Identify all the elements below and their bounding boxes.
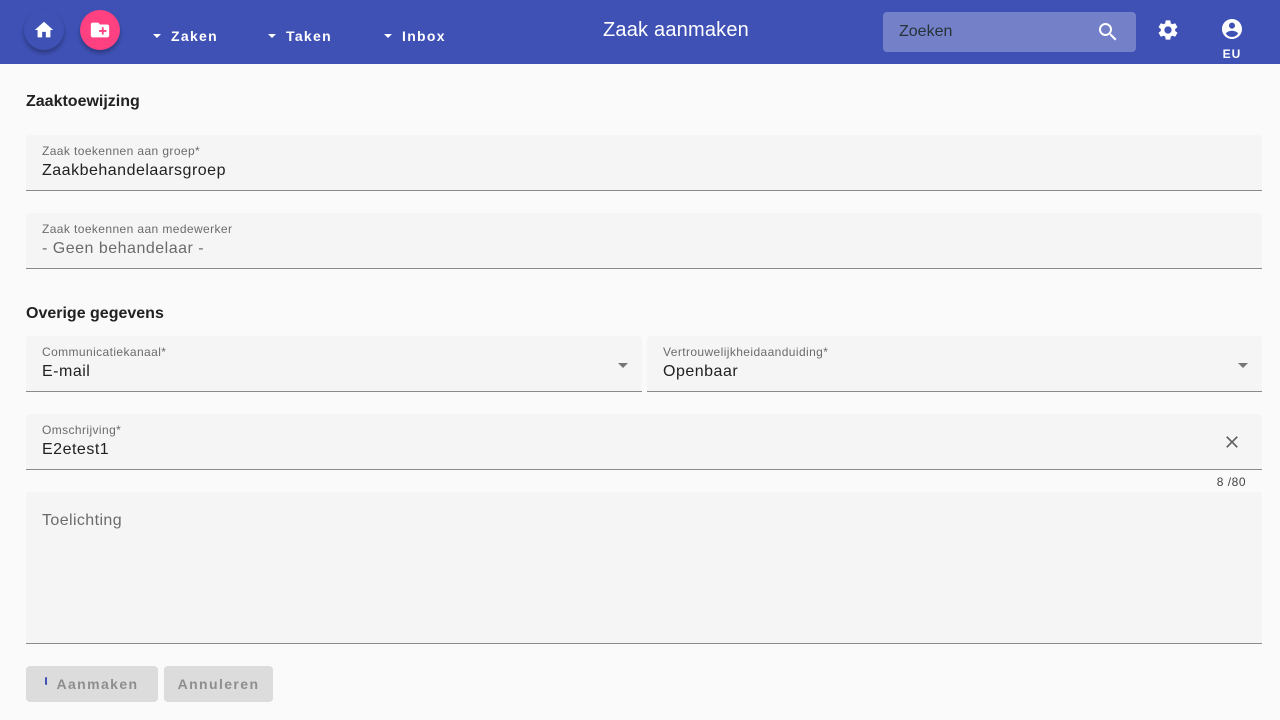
user-menu[interactable]: EU	[1212, 17, 1252, 61]
description-input[interactable]: E2etest1	[42, 441, 109, 459]
explanation-placeholder: Toelichting	[42, 512, 123, 529]
group-value: Zaakbehandelaarsgroep	[42, 162, 226, 179]
menu-taken[interactable]: Taken	[268, 22, 332, 50]
explanation-textarea[interactable]: Toelichting	[26, 492, 1262, 644]
cancel-button-label: Annuleren	[177, 676, 260, 692]
employee-label: Zaak toekennen aan medewerker	[42, 222, 233, 236]
channel-label: Communicatiekanaal*	[42, 345, 167, 359]
group-select[interactable]: Zaak toekennen aan groep* Zaakbehandelaa…	[26, 135, 1262, 191]
caret-down-icon	[153, 34, 161, 38]
gear-icon[interactable]	[1156, 18, 1180, 42]
user-initials: EU	[1222, 47, 1242, 61]
menu-taken-label: Taken	[286, 28, 332, 44]
dropdown-arrow-icon	[618, 363, 628, 368]
employee-value: - Geen behandelaar -	[42, 240, 205, 257]
menu-zaken-label: Zaken	[171, 28, 218, 44]
home-icon	[34, 21, 54, 38]
create-button[interactable]: Aanmaken	[26, 666, 158, 702]
channel-value: E-mail	[42, 363, 91, 380]
close-icon[interactable]	[1222, 432, 1242, 452]
create-button-label: Aanmaken	[56, 676, 139, 692]
confidentiality-label: Vertrouwelijkheidaanduiding*	[663, 345, 829, 359]
menu-inbox-label: Inbox	[402, 28, 446, 44]
search-icon[interactable]	[1096, 20, 1120, 44]
page-title: Zaak aanmaken	[602, 19, 750, 41]
description-field[interactable]: Omschrijving* E2etest1	[26, 414, 1262, 470]
create-case-button[interactable]	[80, 10, 120, 50]
menu-zaken[interactable]: Zaken	[153, 22, 218, 50]
create-new-folder-icon	[90, 22, 110, 38]
cancel-button[interactable]: Annuleren	[164, 666, 273, 702]
home-button[interactable]	[24, 10, 64, 50]
description-counter: 8 /80	[1216, 475, 1246, 489]
search-input[interactable]	[883, 12, 1083, 52]
group-label: Zaak toekennen aan groep*	[42, 144, 201, 158]
employee-select[interactable]: Zaak toekennen aan medewerker - Geen beh…	[26, 213, 1262, 269]
loading-spinner-icon	[45, 677, 48, 685]
top-toolbar: Zaken Taken Inbox Zaak aanmaken EU	[0, 0, 1280, 64]
description-label: Omschrijving*	[42, 423, 122, 437]
confidentiality-select[interactable]: Vertrouwelijkheidaanduiding* Openbaar	[647, 336, 1262, 392]
caret-down-icon	[384, 34, 392, 38]
section-title-other: Overige gegevens	[26, 305, 164, 322]
search-box[interactable]	[883, 12, 1136, 52]
section-title-assignment: Zaaktoewijzing	[26, 93, 140, 110]
channel-select[interactable]: Communicatiekanaal* E-mail	[26, 336, 642, 392]
confidentiality-value: Openbaar	[663, 363, 739, 380]
account-circle-icon	[1222, 19, 1242, 39]
menu-inbox[interactable]: Inbox	[384, 22, 446, 50]
dropdown-arrow-icon	[1238, 363, 1248, 368]
caret-down-icon	[268, 34, 276, 38]
